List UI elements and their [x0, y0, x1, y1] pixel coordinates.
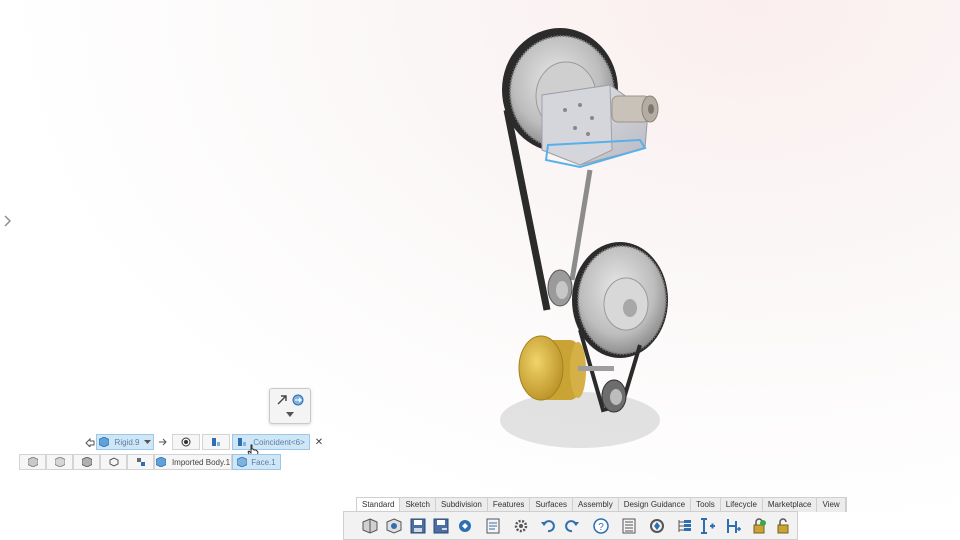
command-manager: Standard Sketch Subdivision Features Sur…: [343, 497, 847, 540]
command-tabs: Standard Sketch Subdivision Features Sur…: [356, 497, 847, 512]
mate-type-label: Rigid.9: [114, 437, 140, 447]
mate-pointer-icon[interactable]: [84, 434, 96, 450]
tab-features[interactable]: Features: [488, 498, 531, 512]
rebuild-icon[interactable]: [456, 517, 474, 535]
drive-gear[interactable]: [601, 379, 627, 413]
properties-icon[interactable]: [484, 517, 502, 535]
tab-sketch[interactable]: Sketch: [400, 498, 436, 512]
concentric-mate-button[interactable]: [172, 434, 200, 450]
feature-icon: [109, 457, 118, 467]
filter-body-button[interactable]: [46, 454, 73, 470]
face-label: Face.1: [251, 457, 276, 467]
reload-icon[interactable]: [648, 517, 666, 535]
body-icon: [54, 457, 65, 467]
chevron-right-icon[interactable]: [2, 214, 12, 228]
help-icon[interactable]: ?: [592, 517, 610, 535]
redo-icon[interactable]: [563, 517, 581, 535]
tab-marketplace[interactable]: Marketplace: [763, 498, 818, 512]
rigid-mate-icon: [98, 437, 109, 447]
component-icon: [81, 457, 92, 467]
tab-assembly[interactable]: Assembly: [573, 498, 619, 512]
open-icon[interactable]: [385, 517, 403, 535]
filter-component-button[interactable]: [73, 454, 100, 470]
part-icon: [27, 457, 38, 467]
undo-icon[interactable]: [539, 517, 557, 535]
parallel-mate-button[interactable]: [202, 434, 230, 450]
standard-toolbar: ?: [343, 511, 798, 540]
dropdown-arrow-icon: [144, 440, 152, 444]
structure-icon[interactable]: [724, 517, 742, 535]
coincident-icon: [238, 438, 247, 446]
filter-part-button[interactable]: [19, 454, 46, 470]
floor-shadow: [500, 392, 660, 448]
parallel-icon: [212, 438, 220, 446]
face-icon: [237, 457, 248, 467]
imported-body-label: Imported Body.1: [171, 457, 231, 467]
mate-type-dropdown[interactable]: Rigid.9: [96, 434, 154, 450]
concentric-icon: [181, 437, 191, 447]
tab-view[interactable]: View: [817, 498, 846, 512]
new-part-icon[interactable]: [361, 517, 379, 535]
list-icon[interactable]: [620, 517, 638, 535]
idler-gear[interactable]: [547, 269, 573, 307]
coincident-selection[interactable]: Coincident<6>: [232, 434, 310, 450]
coincident-label: Coincident<6>: [253, 437, 305, 447]
mate-popup-toolbar: [269, 388, 311, 424]
chevron-down-icon[interactable]: [283, 411, 297, 419]
tab-standard[interactable]: Standard: [357, 498, 401, 512]
imported-body-selection[interactable]: Imported Body.1: [154, 454, 232, 470]
face-selection[interactable]: Face.1: [232, 454, 281, 470]
tab-lifecycle[interactable]: Lifecycle: [721, 498, 763, 512]
middle-pulley[interactable]: [572, 242, 668, 358]
close-icon[interactable]: ✕: [312, 434, 326, 450]
lock-icon[interactable]: [750, 517, 768, 535]
unlock-icon[interactable]: [774, 517, 792, 535]
flip-icon[interactable]: [291, 393, 305, 407]
imported-body-icon: [155, 457, 166, 467]
assembly-icon: [136, 458, 145, 466]
tab-design-guidance[interactable]: Design Guidance: [619, 498, 692, 512]
insert-icon[interactable]: [699, 517, 717, 535]
svg-text:?: ?: [598, 522, 604, 533]
shaft-housing[interactable]: [611, 95, 659, 123]
feature-tree-icon[interactable]: [676, 517, 694, 535]
mate-bar: Rigid.9 Coincident<6> ✕: [84, 434, 330, 450]
tab-subdivision[interactable]: Subdivision: [436, 498, 488, 512]
align-arrow-icon[interactable]: [275, 393, 289, 407]
options-icon[interactable]: [512, 517, 530, 535]
arrow-right-icon: [156, 434, 170, 450]
tab-tools[interactable]: Tools: [691, 498, 721, 512]
entity-bar: Imported Body.1 Face.1: [19, 454, 281, 470]
save-as-icon[interactable]: [432, 517, 450, 535]
save-icon[interactable]: [409, 517, 427, 535]
filter-assembly-button[interactable]: [127, 454, 154, 470]
filter-feature-button[interactable]: [100, 454, 127, 470]
tab-surfaces[interactable]: Surfaces: [530, 498, 574, 512]
